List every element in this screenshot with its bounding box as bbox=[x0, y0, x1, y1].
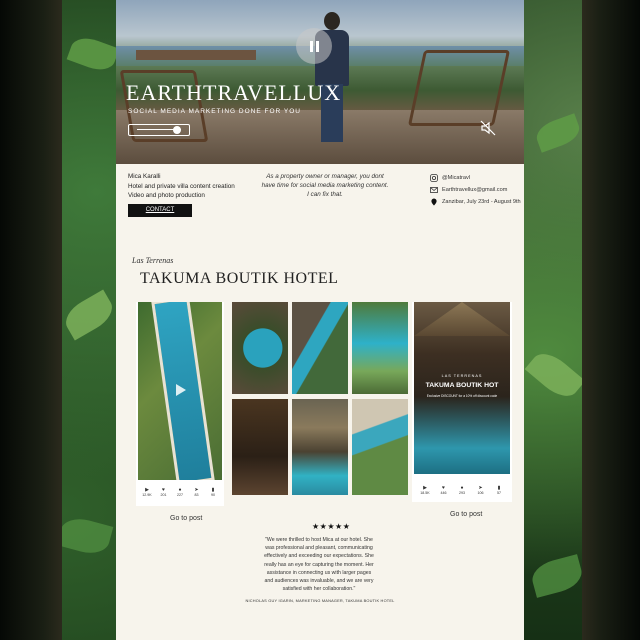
shares-stat: ➤ 83 bbox=[190, 488, 204, 498]
reel-stats: ▶ 12.9K ♥ 201 ● 227 ➤ 83 ▮ 90 bbox=[140, 488, 220, 498]
photo-tile-room-night[interactable] bbox=[232, 399, 288, 495]
rating-stars: ★★★★★ bbox=[312, 522, 351, 531]
reel-title: TAKUMA BOUTIK HOT bbox=[425, 382, 499, 389]
pergola bbox=[136, 50, 256, 60]
brand-title: EARTHTRAVELLUX bbox=[126, 80, 342, 105]
pause-icon[interactable] bbox=[296, 28, 332, 64]
portfolio-page: EARTHTRAVELLUX SOCIAL MEDIA MARKETING DO… bbox=[116, 0, 524, 640]
pitch-text: As a property owner or manager, you dont… bbox=[250, 172, 400, 199]
location-pin-icon bbox=[431, 198, 437, 206]
comments-stat: ● 227 bbox=[173, 488, 187, 498]
photo-tile-pool-curve[interactable] bbox=[292, 302, 348, 394]
reel-video-hotel[interactable]: LAS TERRENAS TAKUMA BOUTIK HOT Exclusive… bbox=[414, 302, 510, 474]
likes-stat: ♥ 201 bbox=[157, 488, 171, 498]
testimonial-author: NICHOLAS GUY IGARIN, MARKETING MANAGER, … bbox=[245, 598, 395, 603]
hotel-title: TAKUMA BOUTIK HOTEL bbox=[140, 270, 339, 287]
views-stat: ▶ 18.5K bbox=[418, 486, 432, 496]
thatched-roof bbox=[414, 302, 510, 336]
photo-tile-pool-aerial-2[interactable] bbox=[352, 399, 408, 495]
go-to-post-link[interactable]: Go to post bbox=[170, 515, 202, 522]
testimonial-quote: "We were thrilled to host Mica at our ho… bbox=[264, 537, 374, 593]
rocking-chair bbox=[407, 50, 511, 126]
saves-stat: ▮ 57 bbox=[492, 486, 506, 496]
pitch-line: have time for social media marketing con… bbox=[261, 182, 389, 189]
dark-frame-left bbox=[0, 0, 62, 640]
photo-tile-thatched-pool[interactable] bbox=[292, 399, 348, 495]
saves-stat: ▮ 90 bbox=[206, 488, 220, 498]
comments-stat: ● 293 bbox=[455, 486, 469, 496]
contact-button[interactable]: CONTACT bbox=[128, 204, 192, 217]
location-text: Zanzibar, July 23rd - August 9th bbox=[442, 199, 521, 205]
reel-brand: LAS TERRENAS bbox=[441, 374, 483, 378]
email-address[interactable]: Earthtravellux@gmail.com bbox=[442, 187, 507, 193]
reel-stats: ▶ 18.5K ♥ 446 ● 293 ➤ 106 ▮ 57 bbox=[418, 486, 506, 496]
location-label: Las Terrenas bbox=[132, 256, 174, 265]
reel-card-left[interactable]: ▶ 12.9K ♥ 201 ● 227 ➤ 83 ▮ 90 bbox=[136, 302, 224, 506]
mute-icon[interactable] bbox=[480, 120, 496, 136]
instagram-handle[interactable]: @Micatravl bbox=[442, 175, 470, 181]
photo-tile-pool-aerial[interactable] bbox=[232, 302, 288, 394]
profile-service-2: Video and photo production bbox=[128, 192, 205, 199]
pitch-line: As a property owner or manager, you dont bbox=[266, 173, 384, 180]
profile-service-1: Hotel and private villa content creation bbox=[128, 182, 235, 190]
instagram-row[interactable]: @Micatravl bbox=[430, 172, 521, 184]
play-icon[interactable] bbox=[172, 382, 188, 398]
go-to-post-link[interactable]: Go to post bbox=[450, 511, 482, 518]
reel-video-pool[interactable] bbox=[138, 302, 222, 480]
contact-details: @Micatravl Earthtravellux@gmail.com Zanz… bbox=[430, 172, 521, 208]
video-progress-slider[interactable] bbox=[128, 124, 190, 136]
email-row[interactable]: Earthtravellux@gmail.com bbox=[430, 184, 521, 196]
reel-card-right[interactable]: LAS TERRENAS TAKUMA BOUTIK HOT Exclusive… bbox=[412, 302, 512, 502]
profile-info: Mica Karalli Hotel and private villa con… bbox=[128, 172, 235, 201]
mail-icon bbox=[430, 187, 438, 193]
likes-stat: ♥ 446 bbox=[437, 486, 451, 496]
profile-name: Mica Karalli bbox=[128, 173, 161, 180]
shares-stat: ➤ 106 bbox=[474, 486, 488, 496]
brand-subtitle: SOCIAL MEDIA MARKETING DONE FOR YOU bbox=[128, 108, 301, 115]
reel-caption: Exclusive DISCOUNT for a 10% off discoun… bbox=[426, 394, 498, 398]
slider-knob[interactable] bbox=[173, 126, 181, 134]
photo-tile-pool-worker[interactable] bbox=[352, 302, 408, 394]
location-row: Zanzibar, July 23rd - August 9th bbox=[430, 196, 521, 208]
views-stat: ▶ 12.9K bbox=[140, 488, 154, 498]
pitch-line: I can fix that. bbox=[307, 191, 343, 198]
dark-frame-right bbox=[582, 0, 640, 640]
hero-video[interactable]: EARTHTRAVELLUX SOCIAL MEDIA MARKETING DO… bbox=[116, 0, 524, 164]
instagram-icon bbox=[430, 174, 438, 182]
